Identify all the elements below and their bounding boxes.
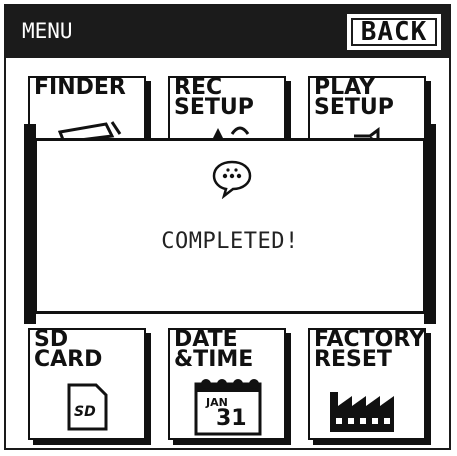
- sd-card-tile[interactable]: SD CARD SD: [28, 328, 146, 440]
- factory-reset-label: FACTORY RESET: [314, 327, 426, 372]
- calendar-day: 31: [216, 406, 247, 431]
- title-bar: MENU BACK: [6, 6, 449, 58]
- menu-title: MENU: [22, 19, 73, 43]
- completed-dialog: COMPLETED!: [34, 138, 426, 314]
- speech-bubble-icon: [212, 160, 252, 199]
- rec-setup-label: REC SETUP: [174, 75, 254, 120]
- completed-message: COMPLETED!: [161, 229, 299, 254]
- play-setup-label: PLAY SETUP: [314, 75, 394, 120]
- back-button[interactable]: BACK: [347, 14, 441, 50]
- device-screen: MENU BACK FINDER REC SETUP PLAY SETUP SD…: [4, 4, 451, 450]
- back-button-label: BACK: [360, 17, 428, 47]
- sd-card-icon-text: SD: [74, 404, 96, 420]
- finder-label: FINDER: [34, 75, 126, 100]
- date-time-label: DATE &TIME: [174, 327, 254, 372]
- factory-reset-tile[interactable]: FACTORY RESET: [308, 328, 426, 440]
- sd-card-label: SD CARD: [34, 327, 103, 372]
- factory-icon: [330, 392, 394, 432]
- date-time-tile[interactable]: DATE &TIME JAN 31: [168, 328, 286, 440]
